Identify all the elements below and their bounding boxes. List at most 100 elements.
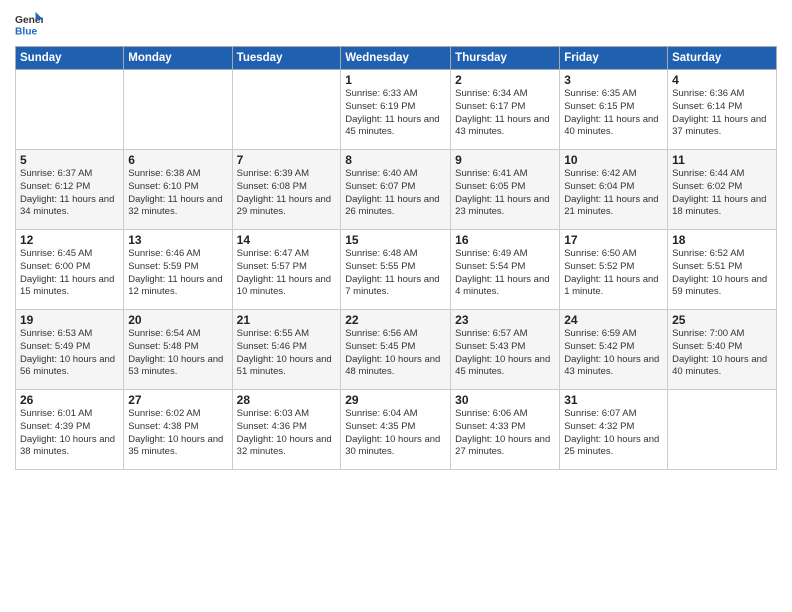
day-info: Sunrise: 6:04 AM Sunset: 4:35 PM Dayligh… [345,408,446,459]
day-info: Sunrise: 6:41 AM Sunset: 6:05 PM Dayligh… [455,168,555,219]
calendar-cell: 3Sunrise: 6:35 AM Sunset: 6:15 PM Daylig… [560,70,668,150]
calendar-header-wednesday: Wednesday [341,47,451,70]
day-number: 19 [20,313,119,327]
day-number: 13 [128,233,227,247]
calendar-cell: 24Sunrise: 6:59 AM Sunset: 5:42 PM Dayli… [560,310,668,390]
calendar-cell: 16Sunrise: 6:49 AM Sunset: 5:54 PM Dayli… [451,230,560,310]
day-info: Sunrise: 6:55 AM Sunset: 5:46 PM Dayligh… [237,328,337,379]
calendar-cell: 7Sunrise: 6:39 AM Sunset: 6:08 PM Daylig… [232,150,341,230]
day-number: 5 [20,153,119,167]
day-number: 4 [672,73,772,87]
header: General Blue [15,10,777,38]
svg-text:Blue: Blue [15,26,38,37]
calendar-week-3: 12Sunrise: 6:45 AM Sunset: 6:00 PM Dayli… [16,230,777,310]
day-info: Sunrise: 6:52 AM Sunset: 5:51 PM Dayligh… [672,248,772,299]
day-info: Sunrise: 6:54 AM Sunset: 5:48 PM Dayligh… [128,328,227,379]
day-number: 6 [128,153,227,167]
day-info: Sunrise: 6:33 AM Sunset: 6:19 PM Dayligh… [345,88,446,139]
calendar-cell: 9Sunrise: 6:41 AM Sunset: 6:05 PM Daylig… [451,150,560,230]
calendar-week-1: 1Sunrise: 6:33 AM Sunset: 6:19 PM Daylig… [16,70,777,150]
calendar-cell: 25Sunrise: 7:00 AM Sunset: 5:40 PM Dayli… [668,310,777,390]
calendar-cell: 31Sunrise: 6:07 AM Sunset: 4:32 PM Dayli… [560,390,668,470]
calendar-cell: 27Sunrise: 6:02 AM Sunset: 4:38 PM Dayli… [124,390,232,470]
calendar-cell: 10Sunrise: 6:42 AM Sunset: 6:04 PM Dayli… [560,150,668,230]
calendar-body: 1Sunrise: 6:33 AM Sunset: 6:19 PM Daylig… [16,70,777,470]
day-number: 15 [345,233,446,247]
calendar-cell: 23Sunrise: 6:57 AM Sunset: 5:43 PM Dayli… [451,310,560,390]
day-info: Sunrise: 6:56 AM Sunset: 5:45 PM Dayligh… [345,328,446,379]
day-info: Sunrise: 6:35 AM Sunset: 6:15 PM Dayligh… [564,88,663,139]
day-info: Sunrise: 7:00 AM Sunset: 5:40 PM Dayligh… [672,328,772,379]
day-info: Sunrise: 6:39 AM Sunset: 6:08 PM Dayligh… [237,168,337,219]
day-info: Sunrise: 6:40 AM Sunset: 6:07 PM Dayligh… [345,168,446,219]
day-number: 17 [564,233,663,247]
calendar-cell: 11Sunrise: 6:44 AM Sunset: 6:02 PM Dayli… [668,150,777,230]
day-info: Sunrise: 6:49 AM Sunset: 5:54 PM Dayligh… [455,248,555,299]
logo-icon: General Blue [15,10,43,38]
calendar-cell: 29Sunrise: 6:04 AM Sunset: 4:35 PM Dayli… [341,390,451,470]
calendar-week-5: 26Sunrise: 6:01 AM Sunset: 4:39 PM Dayli… [16,390,777,470]
calendar-cell: 26Sunrise: 6:01 AM Sunset: 4:39 PM Dayli… [16,390,124,470]
day-number: 27 [128,393,227,407]
calendar-cell: 5Sunrise: 6:37 AM Sunset: 6:12 PM Daylig… [16,150,124,230]
calendar-cell: 1Sunrise: 6:33 AM Sunset: 6:19 PM Daylig… [341,70,451,150]
day-number: 24 [564,313,663,327]
day-info: Sunrise: 6:45 AM Sunset: 6:00 PM Dayligh… [20,248,119,299]
day-number: 14 [237,233,337,247]
calendar-cell: 12Sunrise: 6:45 AM Sunset: 6:00 PM Dayli… [16,230,124,310]
day-number: 7 [237,153,337,167]
day-number: 31 [564,393,663,407]
calendar-header-thursday: Thursday [451,47,560,70]
day-number: 12 [20,233,119,247]
day-number: 8 [345,153,446,167]
day-info: Sunrise: 6:42 AM Sunset: 6:04 PM Dayligh… [564,168,663,219]
calendar-cell: 15Sunrise: 6:48 AM Sunset: 5:55 PM Dayli… [341,230,451,310]
calendar-week-4: 19Sunrise: 6:53 AM Sunset: 5:49 PM Dayli… [16,310,777,390]
calendar-cell: 2Sunrise: 6:34 AM Sunset: 6:17 PM Daylig… [451,70,560,150]
day-number: 30 [455,393,555,407]
day-info: Sunrise: 6:53 AM Sunset: 5:49 PM Dayligh… [20,328,119,379]
day-info: Sunrise: 6:07 AM Sunset: 4:32 PM Dayligh… [564,408,663,459]
day-number: 25 [672,313,772,327]
day-number: 10 [564,153,663,167]
calendar-cell: 21Sunrise: 6:55 AM Sunset: 5:46 PM Dayli… [232,310,341,390]
calendar-cell [16,70,124,150]
day-info: Sunrise: 6:38 AM Sunset: 6:10 PM Dayligh… [128,168,227,219]
day-number: 11 [672,153,772,167]
logo: General Blue [15,10,47,38]
day-number: 18 [672,233,772,247]
page-container: General Blue SundayMondayTuesdayWednesda… [0,0,792,478]
calendar-cell: 13Sunrise: 6:46 AM Sunset: 5:59 PM Dayli… [124,230,232,310]
calendar-header-friday: Friday [560,47,668,70]
day-info: Sunrise: 6:44 AM Sunset: 6:02 PM Dayligh… [672,168,772,219]
day-info: Sunrise: 6:50 AM Sunset: 5:52 PM Dayligh… [564,248,663,299]
day-info: Sunrise: 6:06 AM Sunset: 4:33 PM Dayligh… [455,408,555,459]
day-number: 29 [345,393,446,407]
day-number: 1 [345,73,446,87]
calendar-cell [232,70,341,150]
day-info: Sunrise: 6:47 AM Sunset: 5:57 PM Dayligh… [237,248,337,299]
calendar-week-2: 5Sunrise: 6:37 AM Sunset: 6:12 PM Daylig… [16,150,777,230]
day-number: 2 [455,73,555,87]
calendar-cell: 30Sunrise: 6:06 AM Sunset: 4:33 PM Dayli… [451,390,560,470]
day-number: 9 [455,153,555,167]
calendar-header-monday: Monday [124,47,232,70]
day-info: Sunrise: 6:01 AM Sunset: 4:39 PM Dayligh… [20,408,119,459]
day-number: 23 [455,313,555,327]
day-number: 20 [128,313,227,327]
day-number: 28 [237,393,337,407]
day-info: Sunrise: 6:59 AM Sunset: 5:42 PM Dayligh… [564,328,663,379]
calendar-cell: 17Sunrise: 6:50 AM Sunset: 5:52 PM Dayli… [560,230,668,310]
day-info: Sunrise: 6:48 AM Sunset: 5:55 PM Dayligh… [345,248,446,299]
calendar-header-tuesday: Tuesday [232,47,341,70]
day-number: 21 [237,313,337,327]
calendar-cell: 6Sunrise: 6:38 AM Sunset: 6:10 PM Daylig… [124,150,232,230]
day-info: Sunrise: 6:03 AM Sunset: 4:36 PM Dayligh… [237,408,337,459]
day-number: 3 [564,73,663,87]
calendar-cell: 4Sunrise: 6:36 AM Sunset: 6:14 PM Daylig… [668,70,777,150]
calendar-cell: 8Sunrise: 6:40 AM Sunset: 6:07 PM Daylig… [341,150,451,230]
calendar-cell: 18Sunrise: 6:52 AM Sunset: 5:51 PM Dayli… [668,230,777,310]
calendar-cell: 20Sunrise: 6:54 AM Sunset: 5:48 PM Dayli… [124,310,232,390]
day-info: Sunrise: 6:57 AM Sunset: 5:43 PM Dayligh… [455,328,555,379]
calendar-header-saturday: Saturday [668,47,777,70]
